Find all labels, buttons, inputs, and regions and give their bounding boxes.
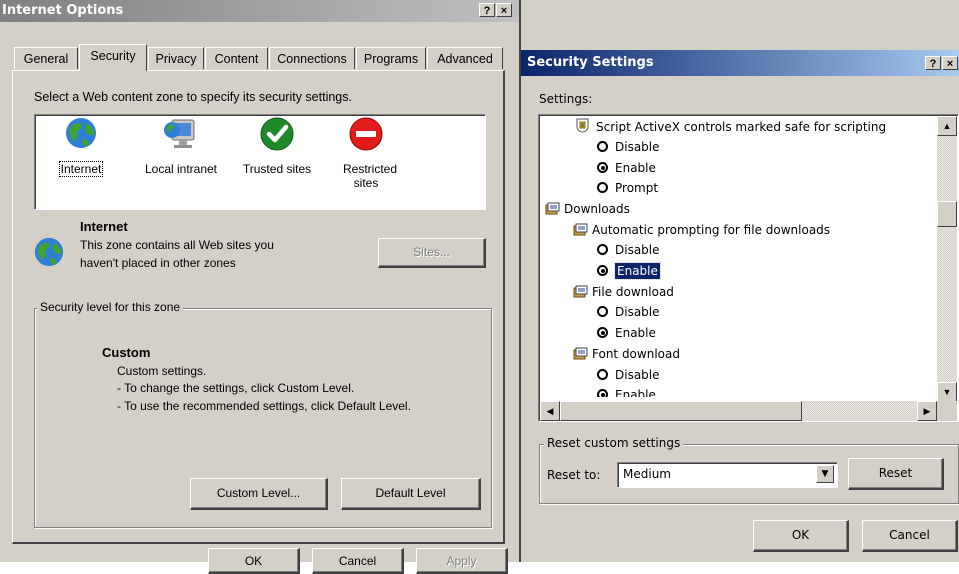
horizontal-scroll-thumb[interactable] <box>560 401 802 421</box>
list-item-script-activex: Script ActiveX controls marked safe for … <box>575 117 886 137</box>
zone-trusted-sites[interactable]: Trusted sites <box>232 116 322 176</box>
selected-item-highlight: Enable <box>614 262 661 280</box>
security-level-line3: - To use the recommended settings, click… <box>117 399 411 413</box>
list-item-auto-prompt: Automatic prompting for file downloads <box>573 220 830 240</box>
tab-general[interactable]: General <box>14 47 78 69</box>
radio-auto-disable[interactable]: Disable <box>597 240 660 260</box>
scroll-left-button[interactable]: ◀ <box>540 401 560 421</box>
zone-label-restricted-sites: Restricted sites <box>343 162 398 190</box>
radio-button-selected[interactable] <box>597 265 608 276</box>
security-settings-title: Security Settings <box>527 55 654 70</box>
download-setting-icon <box>573 347 588 360</box>
radio-script-disable[interactable]: Disable <box>597 137 660 157</box>
radio-button[interactable] <box>597 141 608 152</box>
tab-advanced[interactable]: Advanced <box>427 47 503 69</box>
shield-script-icon <box>576 118 589 133</box>
sites-button[interactable]: Sites... <box>378 238 486 268</box>
radio-font-disable[interactable]: Disable <box>597 365 660 385</box>
scroll-up-button[interactable]: ▲ <box>937 116 957 136</box>
tab-content[interactable]: Content <box>205 47 268 69</box>
radio-button[interactable] <box>597 244 608 255</box>
radio-script-prompt[interactable]: Prompt <box>597 178 658 198</box>
list-item-downloads: Downloads <box>545 199 630 219</box>
scrollbar-corner <box>937 401 957 421</box>
internet-options-titlebar[interactable]: Internet Options <box>0 0 519 22</box>
reset-to-value: Medium <box>623 467 671 481</box>
security-level-line2: - To change the settings, click Custom L… <box>117 381 355 395</box>
checkmark-icon <box>260 117 294 151</box>
zone-label-internet: Internet <box>58 161 104 177</box>
ok-button[interactable]: OK <box>208 548 300 574</box>
zone-description-line2: haven't placed in other zones <box>80 256 236 270</box>
cancel-button[interactable]: Cancel <box>312 548 404 574</box>
zone-label-trusted-sites: Trusted sites <box>242 162 312 176</box>
radio-button[interactable] <box>597 369 608 380</box>
security-level-name: Custom <box>102 345 151 360</box>
tab-privacy[interactable]: Privacy <box>148 47 204 69</box>
scroll-down-button[interactable]: ▼ <box>937 382 957 402</box>
internet-zone-globe-icon <box>34 237 64 267</box>
scroll-thumb[interactable] <box>937 201 957 227</box>
reset-to-select[interactable]: Medium ▼ <box>617 462 838 488</box>
radio-font-enable[interactable]: Enable <box>597 385 656 397</box>
security-cancel-button[interactable]: Cancel <box>862 520 958 552</box>
restricted-icon <box>349 117 383 151</box>
apply-button[interactable]: Apply <box>416 548 508 574</box>
internet-options-window: Internet Options ? × General Security Pr… <box>0 0 519 574</box>
tab-connections[interactable]: Connections <box>269 47 355 69</box>
vertical-scrollbar[interactable] <box>937 116 957 402</box>
radio-button[interactable] <box>597 182 608 193</box>
zone-internet[interactable]: Internet <box>52 116 110 177</box>
security-level-group-label: Security level for this zone <box>37 300 184 314</box>
custom-level-button[interactable]: Custom Level... <box>190 478 328 510</box>
radio-button[interactable] <box>597 306 608 317</box>
tab-security[interactable]: Security <box>79 44 147 71</box>
zone-prompt: Select a Web content zone to specify its… <box>34 90 352 104</box>
security-settings-titlebar[interactable]: Security Settings <box>521 50 959 76</box>
security-close-button[interactable]: × <box>942 56 958 70</box>
scroll-right-button[interactable]: ▶ <box>917 401 937 421</box>
reset-group-label: Reset custom settings <box>544 436 684 450</box>
default-level-button[interactable]: Default Level <box>341 478 481 510</box>
download-setting-icon <box>573 285 588 298</box>
zone-restricted-sites[interactable]: Restricted sites <box>336 116 398 190</box>
radio-file-enable[interactable]: Enable <box>597 323 656 343</box>
local-intranet-icon <box>164 119 195 148</box>
globe-icon <box>66 118 96 148</box>
list-item-file-download: File download <box>573 282 674 302</box>
reset-button[interactable]: Reset <box>848 458 944 490</box>
downloads-category-icon <box>545 202 560 215</box>
zone-local-intranet[interactable]: Local intranet <box>132 116 230 176</box>
help-button[interactable]: ? <box>479 3 495 17</box>
security-ok-button[interactable]: OK <box>753 520 849 552</box>
radio-button-selected[interactable] <box>597 327 608 338</box>
security-settings-window: Security Settings ? × Settings: Script A… <box>521 0 959 562</box>
close-button[interactable]: × <box>496 3 512 17</box>
settings-label: Settings: <box>539 92 593 106</box>
radio-auto-enable[interactable]: Enable <box>597 261 661 281</box>
window-title: Internet Options <box>2 3 124 18</box>
settings-list[interactable]: Script ActiveX controls marked safe for … <box>538 114 959 422</box>
security-level-line1: Custom settings. <box>117 364 207 378</box>
security-help-button[interactable]: ? <box>925 56 941 70</box>
tab-programs[interactable]: Programs <box>356 47 426 69</box>
radio-script-enable[interactable]: Enable <box>597 158 656 178</box>
zone-heading: Internet <box>80 219 128 234</box>
reset-to-label: Reset to: <box>547 468 601 482</box>
download-setting-icon <box>573 223 588 236</box>
radio-file-disable[interactable]: Disable <box>597 302 660 322</box>
zone-description-line1: This zone contains all Web sites you <box>80 238 274 252</box>
radio-button-selected[interactable] <box>597 389 608 397</box>
chevron-down-icon[interactable]: ▼ <box>816 465 834 483</box>
list-item-font-download: Font download <box>573 344 680 364</box>
radio-button-selected[interactable] <box>597 162 608 173</box>
zone-label-local-intranet: Local intranet <box>144 162 218 176</box>
background-strip <box>521 0 959 48</box>
